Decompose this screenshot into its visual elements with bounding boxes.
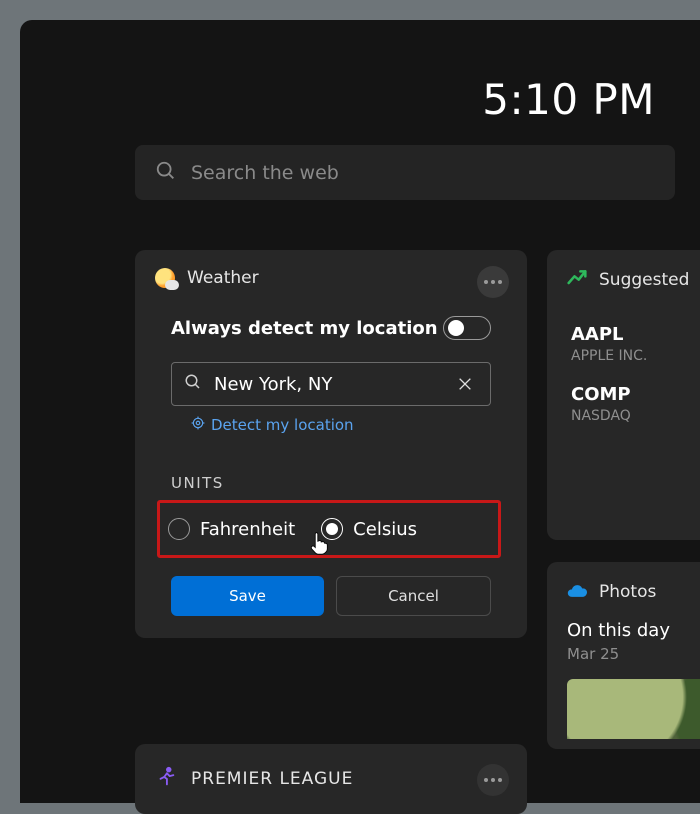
clock: 5:10 PM (482, 75, 655, 124)
radio-fahrenheit[interactable]: Fahrenheit (168, 518, 295, 540)
photos-card-header: Photos (567, 582, 700, 602)
location-input-wrap: Detect my location (171, 362, 491, 434)
photos-card-title: Photos (599, 582, 656, 602)
stock-symbol: AAPL (571, 324, 700, 345)
stock-row[interactable]: COMP NASDAQ (567, 384, 700, 424)
weather-icon (155, 268, 175, 288)
units-section: UNITS Fahrenheit Celsius (171, 474, 491, 558)
units-heading: UNITS (171, 474, 491, 492)
location-input[interactable] (214, 374, 439, 395)
detect-my-location-link[interactable]: Detect my location (191, 416, 491, 434)
suggested-stocks-card: Suggested AAPL APPLE INC. COMP NASDAQ (547, 250, 700, 540)
location-input-box[interactable] (171, 362, 491, 406)
weather-card-title: Weather (187, 268, 259, 288)
detect-location-row: Always detect my location (171, 316, 491, 340)
premier-league-card: PREMIER LEAGUE (135, 744, 527, 814)
weather-card-menu-button[interactable] (477, 266, 509, 298)
photos-date: Mar 25 (567, 645, 700, 663)
detect-link-label: Detect my location (211, 416, 354, 434)
locate-icon (191, 416, 205, 434)
photos-card: Photos On this day Mar 25 (547, 562, 700, 749)
weather-card: Weather Always detect my location (135, 250, 527, 638)
widgets-panel: 5:10 PM Weather Always detect my locatio… (20, 20, 700, 803)
stock-rows: AAPL APPLE INC. COMP NASDAQ (567, 324, 700, 424)
cancel-button[interactable]: Cancel (336, 576, 491, 616)
premier-league-title: PREMIER LEAGUE (191, 769, 353, 789)
weather-card-header: Weather (155, 268, 507, 288)
stock-symbol: COMP (571, 384, 700, 405)
stocks-card-title: Suggested (599, 270, 689, 290)
units-radio-group: Fahrenheit Celsius (157, 500, 501, 558)
stock-name: NASDAQ (571, 408, 700, 424)
trend-up-icon (567, 268, 587, 292)
radio-celsius[interactable]: Celsius (321, 518, 417, 540)
cards-area: Weather Always detect my location (135, 250, 700, 803)
stocks-card-header: Suggested (567, 268, 700, 292)
clear-location-button[interactable] (451, 370, 478, 398)
toggle-knob (448, 320, 464, 336)
search-icon (184, 373, 202, 395)
search-icon (155, 160, 177, 186)
onedrive-icon (567, 583, 587, 602)
search-input[interactable] (191, 162, 655, 184)
weather-buttons: Save Cancel (171, 576, 491, 616)
stock-row[interactable]: AAPL APPLE INC. (567, 324, 700, 364)
radio-circle-icon (168, 518, 190, 540)
running-icon (155, 766, 191, 792)
save-button[interactable]: Save (171, 576, 324, 616)
photos-thumbnail[interactable] (567, 679, 700, 739)
detect-location-toggle[interactable] (443, 316, 491, 340)
radio-celsius-label: Celsius (353, 519, 417, 540)
search-bar[interactable] (135, 145, 675, 200)
detect-location-label: Always detect my location (171, 318, 438, 339)
photos-headline: On this day (567, 620, 700, 641)
premier-league-menu-button[interactable] (477, 764, 509, 796)
stock-name: APPLE INC. (571, 348, 700, 364)
radio-circle-icon (321, 518, 343, 540)
radio-fahrenheit-label: Fahrenheit (200, 519, 295, 540)
